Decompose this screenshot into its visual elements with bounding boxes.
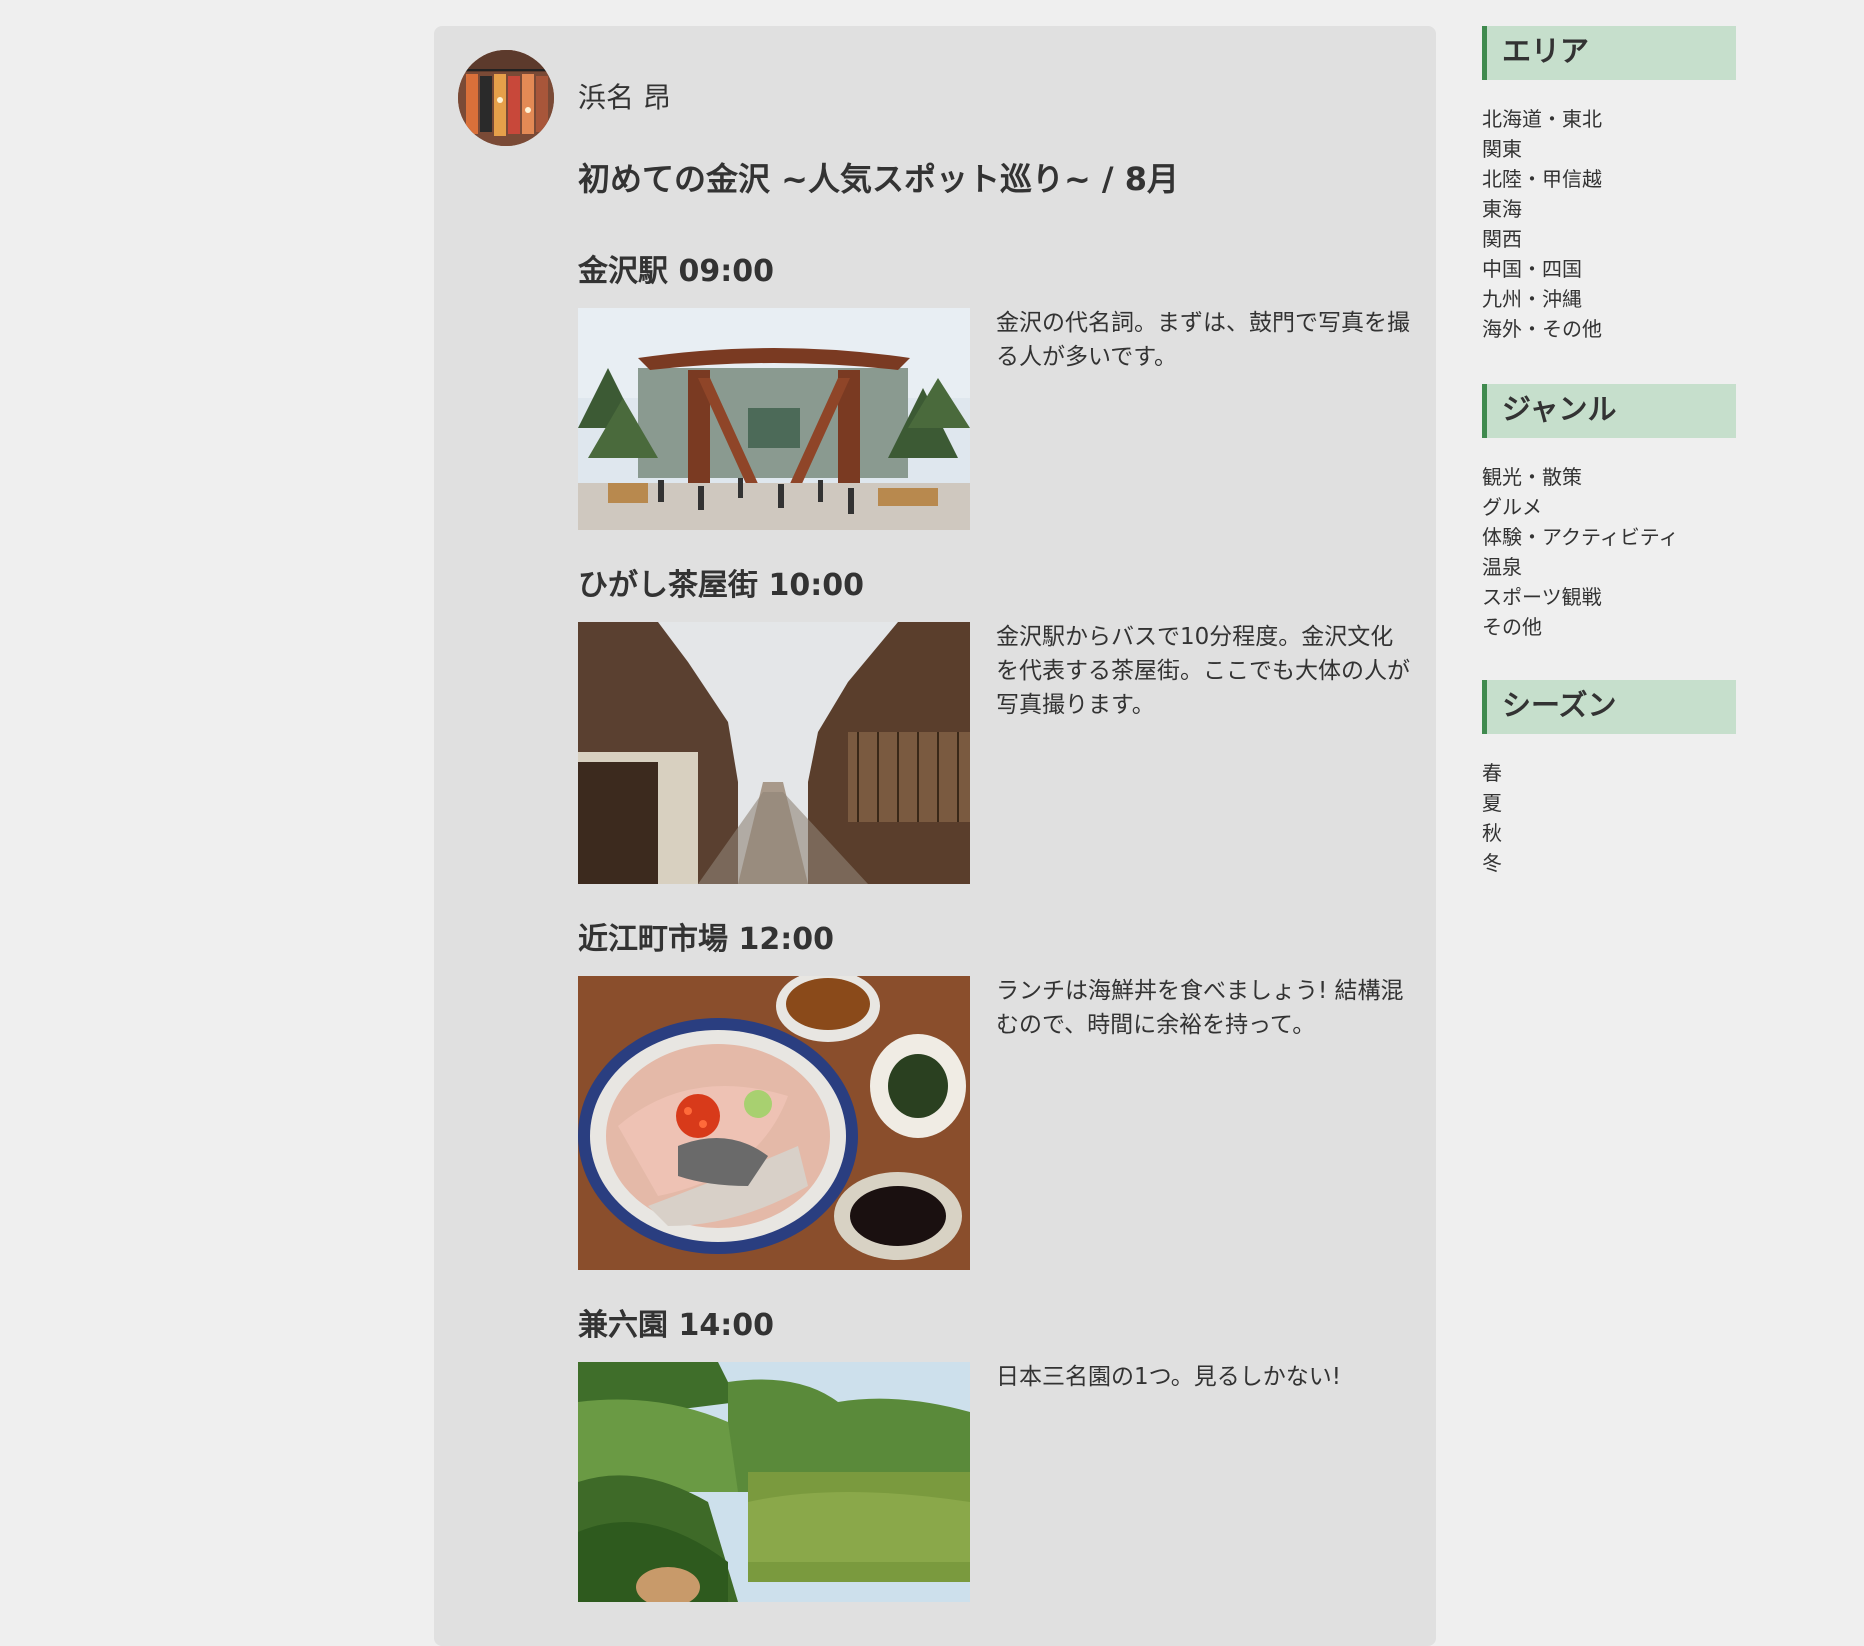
- sidebar-season-item[interactable]: 冬: [1482, 848, 1502, 878]
- stop-photo: [578, 976, 970, 1270]
- stop-heading: 金沢駅 09:00: [578, 254, 774, 289]
- stop-photo: [578, 622, 970, 884]
- sidebar-area-item[interactable]: 九州・沖縄: [1482, 284, 1602, 314]
- trip-title: 初めての金沢 ~人気スポット巡り~ / 8月: [578, 160, 1180, 198]
- sidebar-area-item[interactable]: 北陸・甲信越: [1482, 164, 1602, 194]
- trip-stop-kanazawa-station: 金沢駅 09:00 金沢の代名詞。まずは、鼓門で写真を撮る人が多いです。: [578, 250, 1418, 550]
- stop-heading: 兼六園 14:00: [578, 1308, 774, 1343]
- stop-description: 金沢駅からバスで10分程度。金沢文化を代表する茶屋街。ここでも大体の人が写真撮り…: [996, 624, 1410, 718]
- trip-stop-higashi-chaya: ひがし茶屋街 10:00 金沢駅からバスで10分程度。金沢文化を代表する茶屋街。…: [578, 564, 1418, 914]
- author-name[interactable]: 浜名 昂: [578, 78, 671, 118]
- stop-description: 日本三名園の1つ。見るしかない!: [996, 1364, 1341, 1390]
- sidebar-area-item[interactable]: 東海: [1482, 194, 1602, 224]
- sidebar-season-title: シーズン: [1482, 680, 1736, 734]
- stop-description: 金沢の代名詞。まずは、鼓門で写真を撮る人が多いです。: [996, 310, 1410, 370]
- stop-photo: [578, 308, 970, 530]
- sidebar-area-title: エリア: [1482, 26, 1736, 80]
- sidebar-area-item[interactable]: 中国・四国: [1482, 254, 1602, 284]
- stop-description: ランチは海鮮丼を食べましょう! 結構混むので、時間に余裕を持って。: [996, 978, 1404, 1038]
- sidebar-season-list: 春 夏 秋 冬: [1482, 758, 1502, 878]
- sidebar-genre-item[interactable]: 温泉: [1482, 552, 1679, 582]
- sidebar-genre-item[interactable]: スポーツ観戦: [1482, 582, 1679, 612]
- trip-stop-kenrokuen: 兼六園 14:00 日本三名園の1つ。見るしかない!: [578, 1304, 1418, 1624]
- sidebar-genre-item[interactable]: その他: [1482, 612, 1679, 642]
- sidebar-genre-item[interactable]: グルメ: [1482, 492, 1679, 522]
- author-avatar[interactable]: [458, 50, 554, 146]
- sidebar-season-item[interactable]: 秋: [1482, 818, 1502, 848]
- sidebar-area-item[interactable]: 海外・その他: [1482, 314, 1602, 344]
- sidebar-genre-list: 観光・散策 グルメ 体験・アクティビティ 温泉 スポーツ観戦 その他: [1482, 462, 1679, 642]
- sidebar-genre-title: ジャンル: [1482, 384, 1736, 438]
- stop-heading: 近江町市場 12:00: [578, 922, 834, 957]
- trip-card: 浜名 昂 初めての金沢 ~人気スポット巡り~ / 8月 金沢駅 09:00 金沢…: [434, 26, 1436, 1646]
- sidebar-area-item[interactable]: 関東: [1482, 134, 1602, 164]
- sidebar-genre-item[interactable]: 体験・アクティビティ: [1482, 522, 1679, 552]
- sidebar-genre-item[interactable]: 観光・散策: [1482, 462, 1679, 492]
- stop-photo: [578, 1362, 970, 1602]
- sidebar-area-list: 北海道・東北 関東 北陸・甲信越 東海 関西 中国・四国 九州・沖縄 海外・その…: [1482, 104, 1602, 344]
- trip-stop-omicho-market: 近江町市場 12:00 ランチは海鮮丼を食べましょう! 結構混むので、時間に余裕…: [578, 918, 1418, 1298]
- sidebar-season-item[interactable]: 春: [1482, 758, 1502, 788]
- sidebar-area-item[interactable]: 関西: [1482, 224, 1602, 254]
- sidebar-season-item[interactable]: 夏: [1482, 788, 1502, 818]
- stop-heading: ひがし茶屋街 10:00: [578, 568, 864, 603]
- sidebar-area-item[interactable]: 北海道・東北: [1482, 104, 1602, 134]
